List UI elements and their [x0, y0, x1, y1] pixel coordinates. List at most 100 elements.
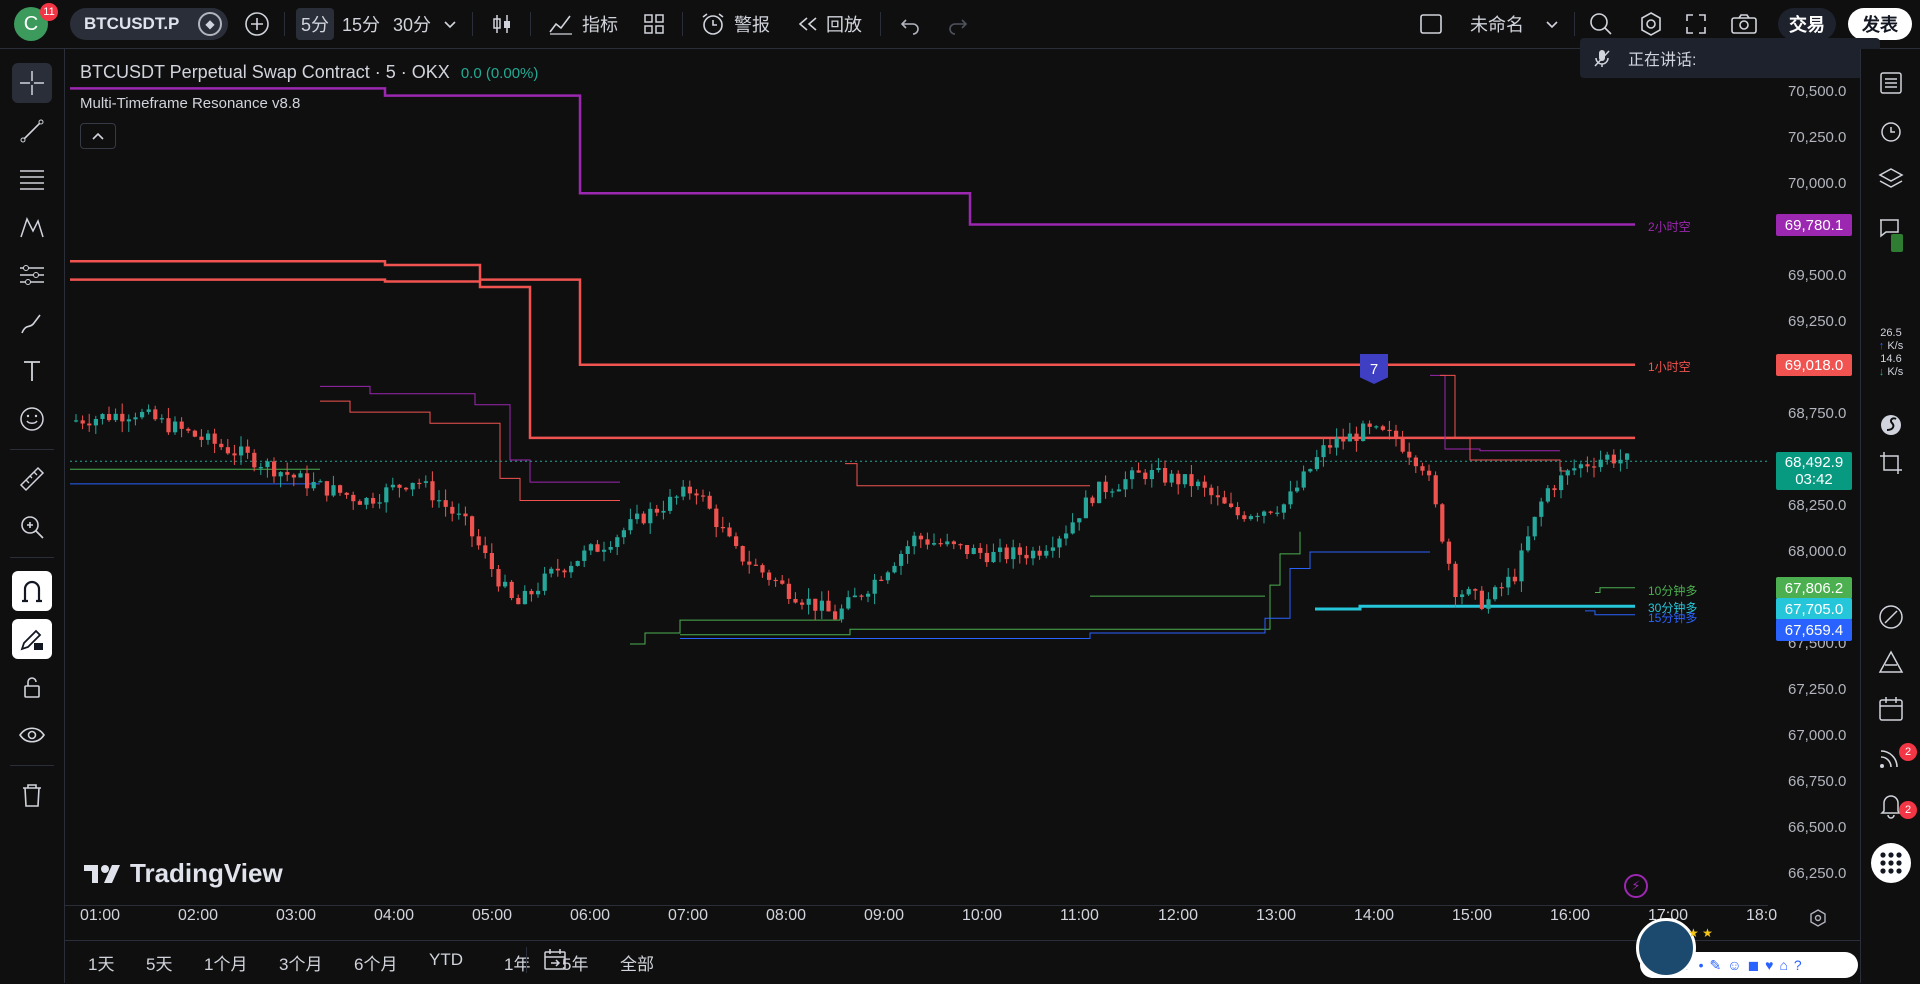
plus-circle-icon — [245, 12, 269, 36]
price-tag-10m: 67,806.2 — [1776, 577, 1852, 599]
alerts-panel-button[interactable] — [1871, 111, 1911, 151]
range-button[interactable]: YTD — [429, 950, 463, 970]
chart-pane[interactable] — [65, 49, 1860, 983]
current-price: 68,492.9 — [1784, 454, 1844, 471]
axis-settings-button[interactable] — [1808, 908, 1828, 933]
ruler-icon — [19, 466, 45, 492]
settings-button[interactable] — [1638, 8, 1664, 40]
time-axis[interactable] — [65, 905, 1768, 932]
range-button[interactable]: 1个月 — [204, 950, 247, 975]
fullscreen-button[interactable] — [1684, 8, 1708, 40]
time-axis-label: 12:00 — [1158, 907, 1199, 924]
price-axis-label: 69,500.0 — [1788, 267, 1847, 284]
layout-name-button[interactable]: 未命名 — [1470, 8, 1524, 40]
crosshair-icon — [20, 71, 44, 95]
trendline-tool[interactable] — [12, 111, 52, 151]
lock-all-tool[interactable] — [12, 667, 52, 707]
range-button[interactable]: 全部 — [620, 950, 654, 975]
interval-dropdown[interactable] — [442, 8, 458, 40]
compare-add-button[interactable] — [244, 8, 270, 40]
price-axis-label: 67,250.0 — [1788, 681, 1847, 698]
lock-drawing-tool[interactable] — [12, 619, 52, 659]
watchlist-button[interactable] — [1871, 63, 1911, 103]
publish-button[interactable]: 发表 — [1848, 8, 1912, 40]
trash-icon — [23, 784, 41, 807]
range-button[interactable]: 3个月 — [279, 950, 322, 975]
undo-button[interactable] — [898, 8, 922, 40]
brush-tool[interactable] — [12, 303, 52, 343]
pattern-tool[interactable] — [12, 207, 52, 247]
lock-icon — [24, 677, 40, 698]
redo-button[interactable] — [946, 8, 970, 40]
calendar-button[interactable] — [1871, 689, 1911, 729]
price-axis-label: 68,000.0 — [1788, 543, 1847, 560]
pine-editor-button[interactable] — [1871, 405, 1911, 445]
dot-icon[interactable]: • — [1699, 957, 1704, 973]
interval-30m[interactable]: 30分 — [393, 8, 431, 40]
goto-date-button[interactable] — [542, 947, 568, 978]
shirt-icon[interactable]: ◼ — [1748, 957, 1760, 974]
interval-5m[interactable]: 5分 — [296, 8, 335, 40]
lightning-icon[interactable]: ⚡ — [1624, 874, 1648, 898]
fullscreen-icon — [1686, 14, 1706, 34]
level-label-2h-short: 2小时空 — [1648, 220, 1691, 234]
eye-icon — [19, 727, 45, 743]
notifications-badge: 2 — [1899, 801, 1917, 819]
time-axis-label: 16:00 — [1550, 907, 1591, 924]
rewind-icon — [798, 17, 817, 31]
trade-button[interactable]: 交易 — [1778, 8, 1836, 40]
candles-icon — [493, 15, 510, 33]
heart-icon[interactable]: ♥ — [1765, 957, 1773, 973]
horizontal-lines-icon — [20, 170, 44, 190]
range-button[interactable]: 6个月 — [354, 950, 397, 975]
price-axis-label: 70,250.0 — [1788, 129, 1847, 146]
zoom-icon — [21, 516, 44, 539]
symbol-search-button[interactable]: BTCUSDT.P ◆ — [70, 8, 228, 40]
snapshot-button[interactable] — [1730, 8, 1758, 40]
chain-icon[interactable]: ◆ — [198, 12, 222, 36]
help-icon[interactable]: ? — [1794, 957, 1802, 973]
measure-tool[interactable] — [12, 459, 52, 499]
time-axis-label: 09:00 — [864, 907, 905, 924]
magnet-tool[interactable] — [12, 571, 52, 611]
text-tool[interactable] — [12, 351, 52, 391]
lock-icon[interactable]: ⌂ — [1779, 957, 1787, 973]
ideas-button[interactable] — [1871, 643, 1911, 683]
current-price-tag: 68,492.9 03:42 — [1776, 452, 1852, 490]
replay-button[interactable]: 回放 — [796, 8, 862, 40]
redo-icon — [949, 19, 968, 35]
alerts-button[interactable]: 警报 — [700, 8, 770, 40]
indicators-button[interactable]: 指标 — [548, 8, 618, 40]
zoom-tool[interactable] — [12, 507, 52, 547]
assistant-avatar[interactable] — [1636, 918, 1696, 978]
layout-toggle-button[interactable] — [1418, 8, 1444, 40]
calendar-goto-icon — [544, 949, 566, 970]
drawing-toolbar — [0, 49, 65, 983]
quick-search-button[interactable] — [1588, 8, 1614, 40]
forecast-tool[interactable] — [12, 255, 52, 295]
chart-type-button[interactable] — [490, 8, 514, 40]
collapse-legend-button[interactable] — [80, 123, 116, 149]
emoji-tool[interactable] — [12, 399, 52, 439]
templates-button[interactable] — [642, 8, 666, 40]
remove-drawings-tool[interactable] — [12, 775, 52, 815]
dom-button[interactable] — [1871, 597, 1911, 637]
fib-tool[interactable] — [12, 159, 52, 199]
crosshair-tool[interactable] — [12, 63, 52, 103]
range-button[interactable]: 5天 — [146, 950, 172, 975]
price-axis-label: 68,750.0 — [1788, 405, 1847, 422]
hotlist-button[interactable] — [1871, 443, 1911, 483]
interval-15m[interactable]: 15分 — [342, 8, 380, 40]
wrench-icon[interactable]: ✎ — [1709, 957, 1721, 974]
range-button[interactable]: 1天 — [88, 950, 114, 975]
apps-button[interactable] — [1871, 843, 1911, 883]
search-flash-icon — [1590, 13, 1612, 35]
price-tag-2h: 69,780.1 — [1776, 214, 1852, 236]
hide-tool[interactable] — [12, 715, 52, 755]
layout-dropdown[interactable] — [1544, 8, 1560, 40]
smile-icon[interactable]: ☺ — [1727, 957, 1741, 973]
indicator-legend[interactable]: Multi-Timeframe Resonance v8.8 — [80, 95, 300, 112]
time-axis-label: 10:00 — [962, 907, 1003, 924]
object-tree-button[interactable] — [1871, 159, 1911, 199]
price-axis-label: 70,000.0 — [1788, 175, 1847, 192]
